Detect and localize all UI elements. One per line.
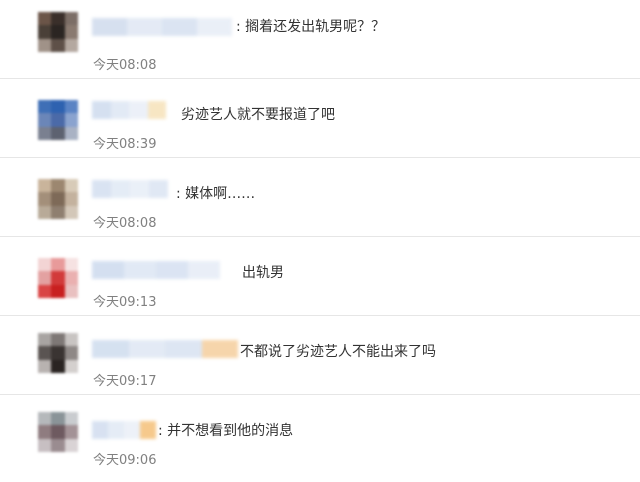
avatar[interactable] xyxy=(38,412,78,452)
avatar[interactable] xyxy=(38,258,78,298)
comment-text: 出轨男 xyxy=(242,265,284,281)
comment-text: : 搁着还发出轨男呢？？ xyxy=(236,19,386,35)
username-blurred[interactable] xyxy=(92,261,220,279)
avatar[interactable] xyxy=(38,12,78,52)
avatar[interactable] xyxy=(38,179,78,219)
comment-timestamp[interactable]: 今天09:17 xyxy=(93,373,156,391)
username-blurred[interactable] xyxy=(92,18,232,36)
comment-text: 劣迹艺人就不要报道了吧 xyxy=(181,107,335,123)
username-blurred[interactable] xyxy=(92,180,168,198)
comment-item: 劣迹艺人就不要报道了吧 今天08:39 xyxy=(0,79,640,158)
avatar[interactable] xyxy=(38,100,78,140)
comment-text: 不都说了劣迹艺人不能出来了吗 xyxy=(240,344,436,360)
comment-timestamp[interactable]: 今天08:08 xyxy=(93,57,156,75)
username-blurred[interactable] xyxy=(92,421,156,439)
username-blurred[interactable] xyxy=(92,340,238,358)
comment-timestamp[interactable]: 今天09:13 xyxy=(93,294,156,312)
comment-list: : 搁着还发出轨男呢？？ 今天08:08 劣迹艺人就不要报道了吧 今天08:39… xyxy=(0,0,640,482)
comment-text: : 并不想看到他的消息 xyxy=(158,423,294,439)
comment-item: : 媒体啊…… 今天08:08 xyxy=(0,158,640,237)
comment-item: : 并不想看到他的消息 今天09:06 xyxy=(0,395,640,474)
comment-item: : 搁着还发出轨男呢？？ 今天08:08 xyxy=(0,0,640,79)
comment-item: 出轨男 今天09:13 xyxy=(0,237,640,316)
comment-timestamp[interactable]: 今天08:08 xyxy=(93,215,156,233)
comment-text: : 媒体啊…… xyxy=(176,186,256,202)
comment-timestamp[interactable]: 今天08:39 xyxy=(93,136,156,154)
comment-timestamp[interactable]: 今天09:06 xyxy=(93,452,156,470)
avatar[interactable] xyxy=(38,333,78,373)
username-blurred[interactable] xyxy=(92,101,166,119)
comment-item: 不都说了劣迹艺人不能出来了吗 今天09:17 xyxy=(0,316,640,395)
